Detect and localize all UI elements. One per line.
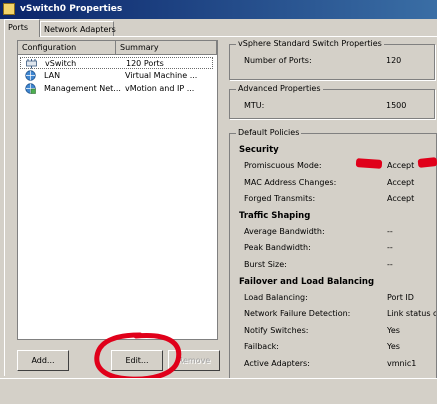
list-item-name: vSwitch <box>45 59 77 68</box>
window-title: vSwitch0 Properties <box>20 4 123 14</box>
average-bandwidth-value: -- <box>387 227 393 236</box>
red-circle-annotation <box>94 332 182 382</box>
peak-bandwidth-label: Peak Bandwidth: <box>244 243 311 252</box>
vswitch-icon <box>26 59 37 69</box>
notify-switches-value: Yes <box>387 326 400 335</box>
failback-label: Failback: <box>244 342 279 351</box>
average-bandwidth-label: Average Bandwidth: <box>244 227 325 236</box>
promiscuous-mode-value: Accept <box>387 161 415 170</box>
peak-bandwidth-value: -- <box>387 243 393 252</box>
mac-address-changes-label: MAC Address Changes: <box>244 178 337 187</box>
security-heading: Security <box>239 145 279 155</box>
notify-switches-label: Notify Switches: <box>244 326 309 335</box>
load-balancing-label: Load Balancing: <box>244 293 308 302</box>
network-failure-detection-label: Network Failure Detection: <box>244 309 351 318</box>
advanced-properties-title: Advanced Properties <box>236 84 323 93</box>
list-item-summary: vMotion and IP ... <box>125 84 195 93</box>
list-item-summary: Virtual Machine ... <box>125 71 198 80</box>
promiscuous-mode-label: Promiscuous Mode: <box>244 161 322 170</box>
traffic-shaping-heading: Traffic Shaping <box>239 211 311 221</box>
network-globe-icon <box>25 70 36 81</box>
list-item-summary: 120 Ports <box>126 59 164 68</box>
active-adapters-value: vmnic1 <box>387 359 417 368</box>
app-icon <box>3 3 15 15</box>
load-balancing-value: Port ID <box>387 293 414 302</box>
vmkernel-globe-icon <box>25 83 36 94</box>
forged-transmits-value: Accept <box>387 194 415 203</box>
list-item[interactable]: vSwitch 120 Ports <box>20 57 213 69</box>
burst-size-label: Burst Size: <box>244 260 287 269</box>
column-header-summary[interactable]: Summary <box>116 41 217 55</box>
add-button[interactable]: Add... <box>17 350 69 371</box>
active-adapters-label: Active Adapters: <box>244 359 310 368</box>
red-highlight-mark-right <box>417 157 437 168</box>
window-title-bar[interactable]: vSwitch0 Properties <box>0 0 437 19</box>
failback-value: Yes <box>387 342 400 351</box>
column-header-configuration[interactable]: Configuration <box>18 41 116 55</box>
mtu-value: 1500 <box>386 101 407 110</box>
tab-network-adapters[interactable]: Network Adapters <box>40 21 116 36</box>
mtu-label: MTU: <box>244 101 265 110</box>
list-item-name: Management Net... <box>44 84 121 93</box>
list-item[interactable]: Management Net... vMotion and IP ... <box>20 83 213 95</box>
number-of-ports-value: 120 <box>386 56 402 65</box>
mac-address-changes-value: Accept <box>387 178 415 187</box>
configuration-list[interactable]: Configuration Summary vSwitch 120 Ports … <box>17 40 218 340</box>
switch-properties-title: vSphere Standard Switch Properties <box>236 39 384 48</box>
default-policies-title: Default Policies <box>236 128 302 137</box>
red-highlight-mark-left <box>355 158 383 169</box>
bottom-strip <box>0 378 437 404</box>
forged-transmits-label: Forged Transmits: <box>244 194 316 203</box>
burst-size-value: -- <box>387 260 393 269</box>
failover-heading: Failover and Load Balancing <box>239 277 375 287</box>
list-header: Configuration Summary <box>18 41 217 55</box>
tab-ports[interactable]: Ports <box>4 19 40 37</box>
number-of-ports-label: Number of Ports: <box>244 56 312 65</box>
list-item[interactable]: LAN Virtual Machine ... <box>20 70 213 82</box>
network-failure-detection-value: Link status on <box>387 309 436 318</box>
list-item-name: LAN <box>44 71 61 80</box>
